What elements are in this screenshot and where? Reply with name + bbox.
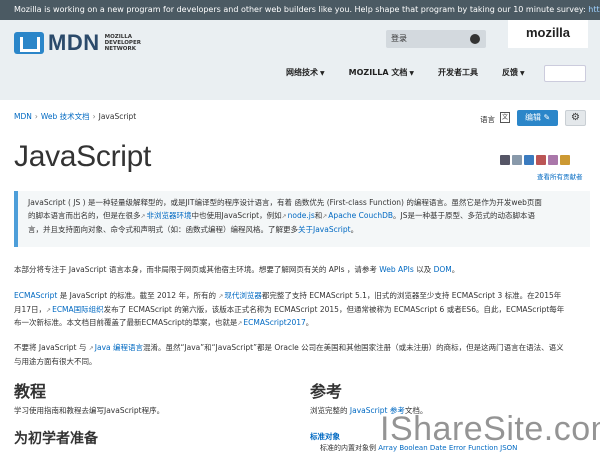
login-label: 登录 bbox=[391, 34, 407, 43]
survey-banner: Mozilla is working on a new program for … bbox=[0, 0, 600, 20]
avatar bbox=[536, 155, 546, 165]
survey-link[interactable]: https://goo.gl/forms/Ync2VuTWwAkQ bbox=[588, 5, 600, 14]
couchdb-link[interactable]: Apache CouchDB bbox=[322, 211, 393, 220]
all-contributors-link[interactable]: 查看所有贡献者 bbox=[537, 171, 583, 181]
reference-heading: 参考 bbox=[310, 384, 343, 401]
ecmascript-link[interactable]: ECMAScript bbox=[14, 291, 57, 300]
intro-callout: JavaScript ( JS ) 是一种轻量级解释型的，或是JIT编译型的程序… bbox=[14, 191, 590, 247]
page-title: JavaScript bbox=[14, 140, 152, 173]
avatar bbox=[548, 155, 558, 165]
chevron-down-icon: ▼ bbox=[519, 70, 525, 77]
search-input[interactable] bbox=[544, 65, 586, 82]
chevron-down-icon: ▼ bbox=[409, 70, 414, 77]
gear-icon[interactable]: ⚙ bbox=[565, 110, 586, 126]
avatar bbox=[500, 155, 510, 165]
web-apis-link[interactable]: Web APIs bbox=[379, 265, 414, 274]
nav-web-tech[interactable]: 网络技术 ▼ bbox=[286, 67, 325, 83]
breadcrumb-mdn[interactable]: MDN bbox=[14, 112, 32, 121]
dom-link[interactable]: DOM bbox=[434, 265, 452, 274]
site-header: MDN MOZILLA DEVELOPER NETWORK 登录 mozilla… bbox=[0, 20, 600, 100]
breadcrumb: MDN › Web 技术文档 › JavaScript bbox=[14, 112, 137, 121]
edit-label: 编辑 bbox=[525, 113, 541, 122]
avatar bbox=[512, 155, 522, 165]
nav-dev-tools[interactable]: 开发者工具 bbox=[438, 67, 478, 83]
mozilla-tab[interactable]: mozilla bbox=[508, 20, 588, 48]
tutorials-desc: 学习使用指南和教程去编写JavaScript程序。 bbox=[14, 406, 165, 415]
non-browser-link[interactable]: 非浏览器环境 bbox=[141, 211, 192, 220]
standard-objects-link[interactable]: 标准对象 bbox=[310, 431, 340, 442]
login-button[interactable]: 登录 bbox=[386, 30, 486, 48]
breadcrumb-current: JavaScript bbox=[98, 112, 137, 121]
beginners-heading: 为初学者准备 bbox=[14, 430, 98, 446]
mdn-logo-icon bbox=[14, 32, 44, 54]
ecmascript-paragraph: ECMAScript 是 JavaScript 的标准。截至 2012 年，所有… bbox=[14, 290, 600, 331]
mdn-logo[interactable]: MDN MOZILLA DEVELOPER NETWORK bbox=[14, 30, 141, 56]
ecma-intl-link[interactable]: ECMA国际组织 bbox=[46, 305, 104, 314]
language-label[interactable]: 语言 bbox=[480, 114, 495, 125]
nodejs-link[interactable]: node.js bbox=[282, 211, 315, 220]
logo-text: MDN bbox=[48, 30, 100, 55]
chevron-down-icon: ▼ bbox=[320, 70, 325, 77]
modern-browsers-link[interactable]: 现代浏览器 bbox=[218, 291, 262, 300]
banner-text: Mozilla is working on a new program for … bbox=[14, 5, 589, 14]
contributor-avatars bbox=[500, 155, 572, 165]
edit-button[interactable]: 编辑 ✎ bbox=[517, 110, 558, 126]
avatar bbox=[524, 155, 534, 165]
es2017-link[interactable]: ECMAScript2017 bbox=[237, 318, 305, 327]
java-link[interactable]: Java 编程语言 bbox=[89, 343, 143, 352]
logo-subtitle: MOZILLA DEVELOPER NETWORK bbox=[104, 34, 141, 52]
nav-mozilla-docs[interactable]: MOZILLA 文档 ▼ bbox=[349, 67, 414, 83]
pencil-icon: ✎ bbox=[543, 113, 551, 122]
intro-paragraph: 本部分将专注于 JavaScript 语言本身，而非局限于网页或其他宿主环境。想… bbox=[14, 265, 460, 274]
nav-feedback[interactable]: 反馈 ▼ bbox=[502, 67, 525, 83]
about-js-link[interactable]: 关于JavaScript bbox=[298, 225, 351, 234]
github-icon bbox=[470, 34, 480, 44]
watermark: IShareSite.com bbox=[380, 410, 600, 448]
main-nav: 网络技术 ▼ MOZILLA 文档 ▼ 开发者工具 反馈 ▼ bbox=[286, 67, 549, 83]
tutorials-heading: 教程 bbox=[14, 384, 47, 401]
translate-icon[interactable]: 文 bbox=[500, 112, 510, 123]
java-paragraph: 不要将 JavaScript 与 Java 编程语言混淆。虽然“Java”和“J… bbox=[14, 342, 600, 368]
avatar bbox=[560, 155, 570, 165]
breadcrumb-web-docs[interactable]: Web 技术文档 bbox=[41, 112, 90, 121]
